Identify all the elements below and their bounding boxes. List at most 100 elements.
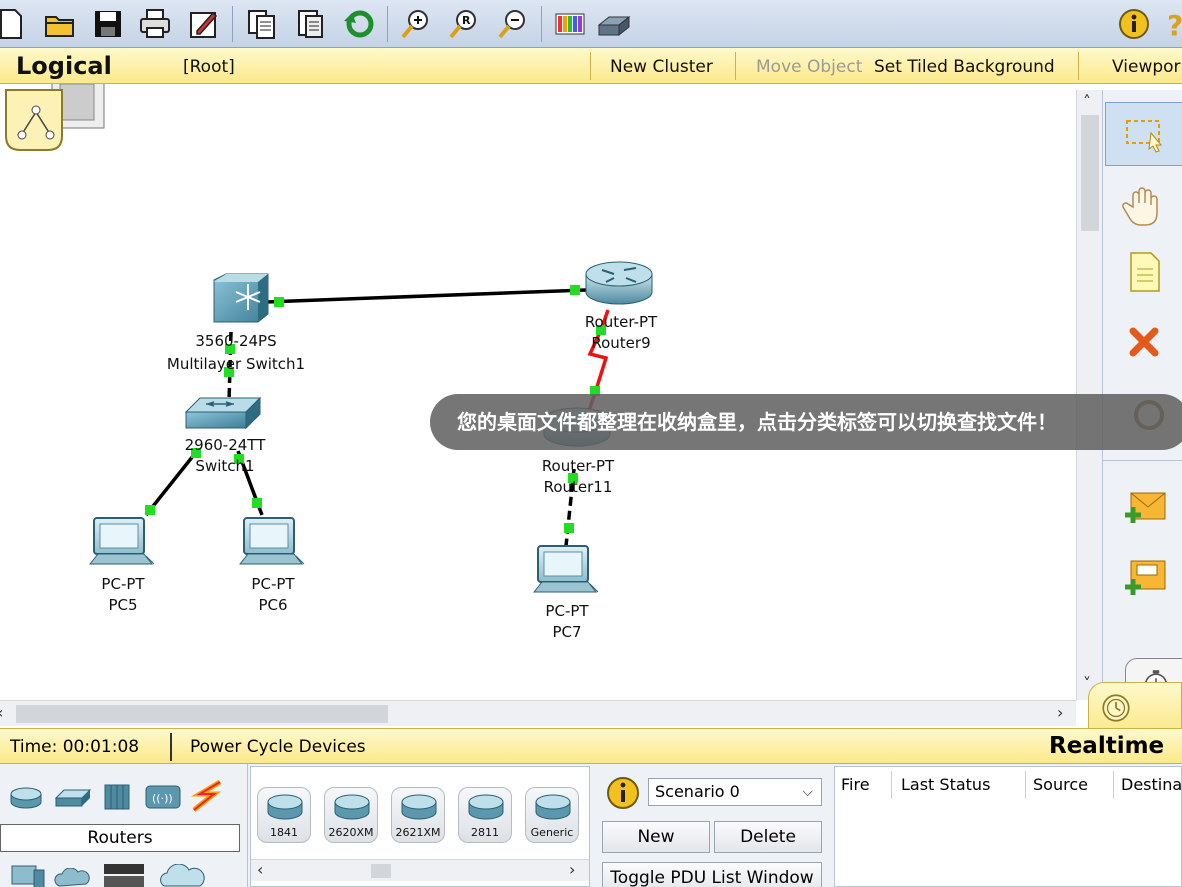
scroll-right-icon[interactable]: › xyxy=(1057,703,1063,722)
column-header-fire[interactable]: Fire xyxy=(841,775,870,794)
logical-view-badge[interactable] xyxy=(5,84,105,151)
device-name-label: PC6 xyxy=(258,596,287,614)
move-object-button[interactable]: Move Object xyxy=(756,57,862,77)
device-name-label: Router11 xyxy=(544,478,613,496)
info-icon[interactable] xyxy=(1116,6,1152,42)
column-header-last-status[interactable]: Last Status xyxy=(901,775,990,794)
multilayer-switch-icon[interactable] xyxy=(213,273,269,323)
realtime-mode-tab[interactable] xyxy=(1088,682,1182,732)
pc-icon[interactable] xyxy=(238,517,305,565)
router-icon xyxy=(468,794,504,820)
print-icon[interactable] xyxy=(137,6,173,42)
router-icon xyxy=(401,794,437,820)
new-scenario-button[interactable]: New xyxy=(602,821,710,853)
router-icon[interactable] xyxy=(585,261,653,305)
device-name-label: Router9 xyxy=(591,334,650,352)
toast-notification[interactable]: 您的桌面文件都整理在收纳盒里，点击分类标签可以切换查找文件！ xyxy=(430,394,1182,450)
pc-icon[interactable] xyxy=(88,517,155,565)
column-header-source[interactable]: Source xyxy=(1033,775,1088,794)
palette-separator xyxy=(1103,460,1182,461)
bar-separator xyxy=(170,733,172,761)
scenario-select[interactable]: Scenario 0 ⌵ xyxy=(648,778,822,806)
toggle-pdu-list-button[interactable]: Toggle PDU List Window xyxy=(602,862,822,887)
connections-icon[interactable] xyxy=(190,780,226,812)
set-tiled-background-button[interactable]: Set Tiled Background xyxy=(874,57,1055,77)
device-model-label: 2621XM xyxy=(395,826,441,839)
device-model-list: 1841 2620XM 2621XM 2811 Generic ‹ › xyxy=(250,766,590,887)
scroll-left-icon[interactable]: ‹ xyxy=(0,703,3,722)
move-hand-icon[interactable] xyxy=(1105,174,1182,238)
save-icon[interactable] xyxy=(90,6,126,42)
custom-device-icon[interactable] xyxy=(596,6,632,42)
bar-separator xyxy=(590,52,591,80)
router-icon xyxy=(267,794,303,820)
network-topology: 3560-24PS Multilayer Switch1 Router-PT R… xyxy=(5,84,658,641)
scroll-up-icon[interactable]: ˄ xyxy=(1083,92,1091,111)
add-complex-pdu-icon[interactable] xyxy=(1105,546,1182,610)
device-name-label: Multilayer Switch1 xyxy=(167,355,305,373)
open-folder-icon[interactable] xyxy=(42,6,78,42)
routers-icon[interactable] xyxy=(8,784,44,812)
toolbar-separator xyxy=(232,6,233,42)
select-icon[interactable] xyxy=(1105,102,1182,166)
custom-devices-icon[interactable] xyxy=(100,862,148,887)
device-name-label: PC5 xyxy=(108,596,137,614)
multiuser-icon[interactable] xyxy=(156,864,208,887)
canvas-horizontal-scrollbar[interactable]: ‹ › xyxy=(0,700,1076,726)
device-model-1841[interactable]: 1841 xyxy=(257,787,311,843)
zoom-out-icon[interactable] xyxy=(495,6,531,42)
delete-scenario-button[interactable]: Delete xyxy=(714,821,822,853)
bar-separator xyxy=(735,52,736,80)
scroll-thumb[interactable] xyxy=(16,705,388,723)
switches-icon[interactable] xyxy=(54,786,92,810)
info-icon[interactable] xyxy=(606,776,640,810)
paste-icon[interactable] xyxy=(292,6,328,42)
copy-icon[interactable] xyxy=(244,6,280,42)
svg-text:R: R xyxy=(462,14,471,27)
device-name-label: Switch1 xyxy=(195,457,254,475)
svg-text:((·)): ((·)) xyxy=(152,792,173,805)
scroll-thumb[interactable] xyxy=(371,864,391,878)
scroll-left-icon[interactable]: ‹ xyxy=(257,860,263,879)
device-model-2811[interactable]: 2811 xyxy=(458,787,512,843)
router-icon xyxy=(535,794,571,820)
chevron-down-icon: ⌵ xyxy=(802,784,813,800)
device-list-scrollbar[interactable]: ‹ › xyxy=(251,859,589,881)
logical-workspace-canvas[interactable]: 3560-24PS Multilayer Switch1 Router-PT R… xyxy=(0,84,1076,700)
activity-wizard-icon[interactable] xyxy=(186,6,222,42)
zoom-in-icon[interactable] xyxy=(398,6,434,42)
viewport-button[interactable]: Viewpor xyxy=(1112,57,1181,77)
wan-emulation-icon[interactable] xyxy=(54,868,92,887)
scroll-thumb[interactable] xyxy=(1081,115,1099,231)
power-cycle-devices-button[interactable]: Power Cycle Devices xyxy=(190,737,366,757)
device-model-label: Router-PT xyxy=(585,313,658,331)
new-file-icon[interactable] xyxy=(0,6,28,42)
delete-icon[interactable] xyxy=(1105,310,1182,374)
link-msw1-r9[interactable] xyxy=(265,285,587,307)
palette-icon[interactable] xyxy=(552,6,588,42)
column-header-destination[interactable]: Destina xyxy=(1121,775,1182,794)
logical-workspace-tab[interactable]: Logical xyxy=(16,52,112,80)
device-model-2621xm[interactable]: 2621XM xyxy=(391,787,445,843)
place-note-icon[interactable] xyxy=(1105,240,1182,304)
simulation-time: Time: 00:01:08 xyxy=(10,737,140,757)
device-model-generic[interactable]: Generic xyxy=(525,787,579,843)
device-model-2620xm[interactable]: 2620XM xyxy=(324,787,378,843)
clock-icon xyxy=(1102,694,1130,722)
wireless-icon[interactable]: ((·)) xyxy=(144,782,182,812)
end-devices-icon[interactable] xyxy=(8,862,46,887)
switch-icon[interactable] xyxy=(184,396,262,430)
add-simple-pdu-icon[interactable] xyxy=(1105,476,1182,540)
undo-icon[interactable] xyxy=(341,6,377,42)
device-category-label: Routers xyxy=(0,824,240,852)
help-icon[interactable]: ? xyxy=(1160,6,1182,42)
device-model-label: PC-PT xyxy=(545,602,589,620)
zoom-reset-icon[interactable]: R xyxy=(446,6,482,42)
link-sw1-pc5[interactable] xyxy=(144,448,201,517)
toolbar-separator xyxy=(387,6,388,42)
pc-icon[interactable] xyxy=(532,545,599,593)
scroll-right-icon[interactable]: › xyxy=(569,860,575,879)
new-cluster-button[interactable]: New Cluster xyxy=(610,57,713,77)
packet-tracer-window: R ? Logical [Root] New Cluster Move Obje… xyxy=(0,0,1182,887)
hubs-icon[interactable] xyxy=(102,782,132,812)
